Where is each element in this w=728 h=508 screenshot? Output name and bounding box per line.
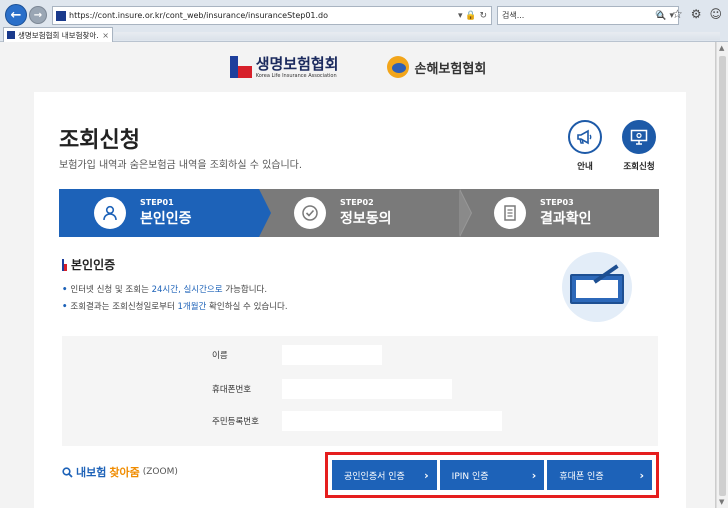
forward-arrow-icon: →	[33, 9, 43, 21]
page-title: 조회신청	[59, 128, 140, 153]
step-3-label: 결과확인	[540, 211, 592, 227]
forward-button[interactable]: →	[29, 6, 47, 24]
settings-icon[interactable]: ⚙	[691, 7, 702, 21]
phone-auth-label: 휴대폰 인증	[559, 471, 604, 482]
monitor-icon	[622, 120, 656, 154]
step-1-label: 본인인증	[140, 211, 192, 227]
address-bar[interactable]: https://cont.insure.or.kr/cont_web/insur…	[52, 6, 492, 25]
vertical-scrollbar[interactable]: ▲ ▼	[716, 42, 728, 508]
megaphone-icon	[568, 120, 602, 154]
scroll-thumb[interactable]	[719, 56, 726, 496]
page: 생명보험협회 Korea Life Insurance Association …	[0, 42, 716, 508]
form-row-name: 이름	[62, 344, 658, 366]
section-title-text: 본인인증	[71, 258, 116, 272]
life-insurance-logo[interactable]: 생명보험협회 Korea Life Insurance Association	[229, 54, 339, 80]
chevron-right-icon: ›	[531, 468, 537, 482]
step-2: STEP02 정보동의	[259, 189, 472, 237]
site-favicon-icon	[56, 10, 66, 21]
zoom-logo-suffix: (ZOOM)	[142, 467, 178, 477]
tab-close-icon[interactable]: ×	[102, 31, 112, 40]
star-icon[interactable]: ☆	[672, 7, 683, 21]
back-arrow-icon: ←	[10, 7, 22, 23]
form-row-phone: 휴대폰번호	[62, 378, 658, 400]
back-button[interactable]: ←	[5, 4, 27, 26]
zoom-logo[interactable]: 내보험 찾아줌 (ZOOM)	[62, 464, 178, 480]
quick-link-guide-label: 안내	[577, 162, 593, 172]
person-icon	[94, 197, 126, 229]
main-card: 조회신청 보험가입 내역과 숨은보험금 내역을 조회하실 수 있습니다. 안내 …	[34, 92, 686, 508]
life-logo-mark-icon	[229, 56, 252, 78]
scroll-down-icon[interactable]: ▼	[719, 498, 724, 506]
cert-auth-button[interactable]: 공인인증서 인증 ›	[332, 460, 437, 490]
browser-chrome: ← → https://cont.insure.or.kr/cont_web/i…	[0, 0, 728, 42]
section-title: 본인인증	[62, 256, 115, 273]
document-icon	[494, 197, 526, 229]
header-logos: 생명보험협회 Korea Life Insurance Association …	[0, 42, 715, 92]
info-bullet-2: 조회결과는 조회신청일로부터 1개월간 확인하실 수 있습니다.	[62, 299, 287, 316]
step-1: STEP01 본인인증	[59, 189, 271, 237]
quick-link-request-label: 조회신청	[623, 162, 655, 172]
magnifier-icon	[62, 466, 73, 478]
phone-field[interactable]	[282, 379, 452, 399]
chevron-right-icon: ›	[424, 468, 429, 482]
zoom-logo-highlight: 찾아줌	[109, 466, 140, 479]
name-field[interactable]	[282, 345, 382, 365]
phone-label: 휴대폰번호	[212, 385, 252, 395]
step-2-number: STEP02	[340, 198, 374, 207]
rrn-label: 주민등록번호	[212, 417, 259, 427]
page-subtitle: 보험가입 내역과 숨은보험금 내역을 조회하실 수 있습니다.	[59, 160, 303, 171]
browser-toolbar-icons: ⌂ ☆ ⚙ ☺	[656, 7, 722, 21]
check-icon	[294, 197, 326, 229]
name-label: 이름	[212, 351, 228, 361]
quick-link-request[interactable]: 조회신청	[614, 120, 664, 172]
url-text[interactable]: https://cont.insure.or.kr/cont_web/insur…	[69, 11, 458, 20]
tab-strip	[114, 32, 720, 40]
info-bullet-1: 인터넷 신청 및 조회는 24시간, 실시간으로 가능합니다.	[62, 282, 288, 299]
auth-button-group: 공인인증서 인증 › IPIN 인증 › 휴대폰 인증 ›	[325, 452, 659, 498]
life-logo-eng: Korea Life Insurance Association	[255, 73, 337, 79]
step-progress: STEP01 본인인증 STEP02 정보동의 STEP03 결과확인	[59, 189, 659, 237]
smiley-icon[interactable]: ☺	[709, 7, 722, 21]
form-row-rrn: 주민등록번호	[62, 410, 658, 432]
nonlife-insurance-logo[interactable]: 손해보험협회	[386, 56, 487, 78]
step-2-label: 정보동의	[340, 211, 392, 227]
scroll-up-icon[interactable]: ▲	[719, 44, 724, 52]
browser-tab[interactable]: 생명보험협회 내보험찾아... ×	[3, 27, 113, 42]
nonlife-logo-name: 손해보험협회	[414, 61, 487, 77]
info-bullets: 인터넷 신청 및 조회는 24시간, 실시간으로 가능합니다. 조회결과는 조회…	[62, 282, 288, 316]
nonlife-logo-mark-icon	[386, 56, 409, 78]
ipin-auth-label: IPIN 인증	[451, 471, 489, 482]
search-box[interactable]: 검색... 🔍 ▾	[497, 6, 679, 25]
tab-title: 생명보험협회 내보험찾아...	[18, 30, 100, 40]
quick-link-guide[interactable]: 안내	[560, 120, 610, 172]
zoom-logo-text: 내보험	[76, 466, 107, 479]
step-3: STEP03 결과확인	[459, 189, 659, 237]
auth-illustration-icon	[562, 252, 632, 322]
cert-auth-label: 공인인증서 인증	[344, 471, 405, 482]
phone-auth-button[interactable]: 휴대폰 인증 ›	[547, 460, 653, 490]
address-tools[interactable]: ▾ 🔒 ↻	[458, 11, 491, 21]
home-icon[interactable]: ⌂	[656, 7, 664, 21]
chevron-right-icon: ›	[639, 468, 645, 482]
rrn-field[interactable]	[282, 411, 502, 431]
tab-favicon-icon	[7, 31, 15, 39]
step-1-number: STEP01	[140, 198, 174, 207]
section-marker-icon	[62, 258, 67, 271]
step-3-number: STEP03	[540, 198, 574, 207]
ipin-auth-button[interactable]: IPIN 인증 ›	[439, 460, 545, 490]
auth-form: 이름 휴대폰번호 주민등록번호	[62, 336, 658, 446]
life-logo-name: 생명보험협회	[255, 55, 339, 73]
search-placeholder[interactable]: 검색...	[502, 10, 655, 21]
